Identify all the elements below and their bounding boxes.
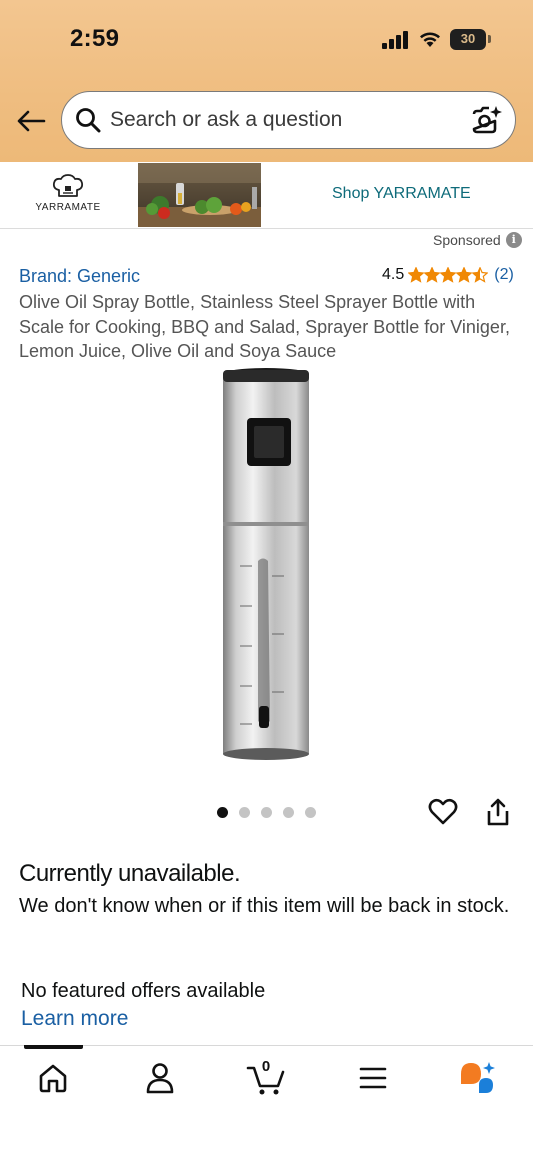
account-icon [146,1063,174,1094]
image-carousel-dots [217,807,316,818]
heart-icon[interactable] [428,797,458,827]
availability-detail: We don't know when or if this item will … [19,895,510,917]
rating-count[interactable]: (2) [494,266,514,284]
search-input[interactable] [110,105,460,135]
chef-hat-icon [52,174,84,197]
nav-account[interactable] [138,1058,182,1098]
back-button[interactable] [14,106,48,136]
arrow-left-icon [17,110,46,132]
shop-brand-link[interactable]: Shop YARRAMATE [332,185,471,203]
product-rating[interactable]: 4.5 (2) [382,266,514,284]
search-bar[interactable] [61,91,516,149]
camera-search-icon[interactable] [471,105,503,135]
header: 2:59 30 [0,0,533,162]
rufus-icon [461,1062,495,1093]
star-full-icon [408,267,425,283]
cellular-signal-icon [382,31,408,49]
status-bar: 2:59 30 [0,0,533,80]
nav-cart[interactable]: 0 [244,1058,288,1098]
status-time: 2:59 [70,25,120,52]
brand-lifestyle-image[interactable] [138,163,261,227]
nav-menu[interactable] [351,1058,395,1098]
carousel-dot[interactable] [239,807,250,818]
brand-logo: YARRAMATE [20,174,116,222]
product-image[interactable] [218,366,318,764]
nav-home[interactable] [31,1058,75,1098]
home-icon [39,1064,67,1093]
product-title: Olive Oil Spray Bottle, Stainless Steel … [19,292,510,361]
star-half-icon [472,267,489,283]
star-full-icon [424,267,441,283]
sponsored-text: Sponsored [433,232,501,248]
cart-count: 0 [261,1058,271,1075]
sponsored-label[interactable]: Sponsored i [433,232,522,248]
info-icon[interactable]: i [505,232,522,248]
rating-stars [408,267,489,283]
share-icon[interactable] [485,797,511,827]
battery-indicator: 30 [450,29,486,50]
offers-text: No featured offers available [21,980,266,1002]
carousel-dot[interactable] [217,807,228,818]
star-full-icon [440,267,457,283]
learn-more-link[interactable]: Learn more [21,1007,128,1031]
carousel-dot[interactable] [305,807,316,818]
nav-active-indicator [24,1045,83,1049]
menu-icon [359,1067,387,1089]
rating-value: 4.5 [382,266,405,283]
carousel-dot[interactable] [261,807,272,818]
product-brand-link[interactable]: Brand: Generic [19,266,140,287]
nav-rufus[interactable] [456,1058,500,1098]
star-full-icon [456,267,473,283]
search-icon [76,108,101,133]
brand-logo-text: YARRAMATE [35,202,101,213]
availability-heading: Currently unavailable. [19,860,241,887]
battery-cap [488,35,491,43]
carousel-dot[interactable] [283,807,294,818]
battery-level: 30 [460,31,476,46]
wifi-icon [420,32,440,47]
